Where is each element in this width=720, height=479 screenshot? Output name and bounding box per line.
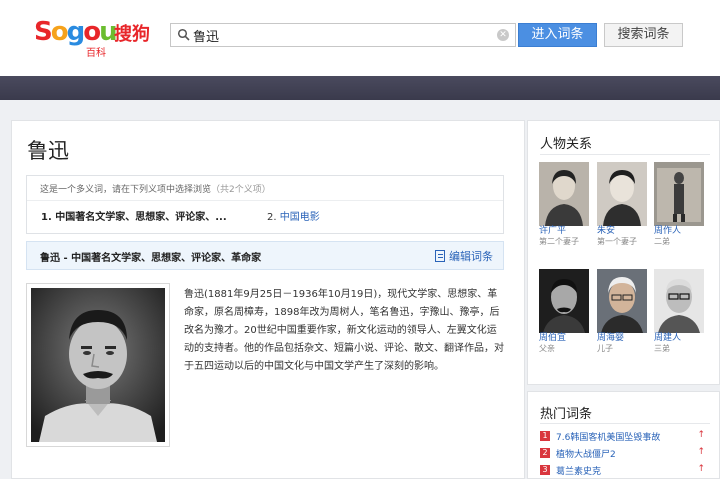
trend-up-icon: ↑ xyxy=(697,447,705,457)
sense-header: 鲁迅 - 中国著名文学家、思想家、评论家、革命家 编辑词条 xyxy=(26,241,504,270)
person-card-zhu-an[interactable]: 朱安 第一个妻子 xyxy=(597,162,647,247)
sense-title: 鲁迅 - 中国著名文学家、思想家、评论家、革命家 xyxy=(40,253,262,264)
edit-entry-link[interactable]: 编辑词条 xyxy=(435,248,493,264)
person-photo xyxy=(654,162,704,226)
header: Sogou 搜狗 百科 ✕ 进入词条 搜索词条 xyxy=(0,0,720,76)
disambiguation-note-text: 这是一个多义词，请在下列义项中选择浏览 xyxy=(40,185,212,195)
person-role: 第一个妻子 xyxy=(597,237,637,246)
sense-option-label: 中国著名文学家、思想家、评论家、... xyxy=(55,212,227,223)
person-card-zhou-zuoren[interactable]: 周作人 二弟 xyxy=(654,162,704,247)
hot-entries-title: 热门词条 xyxy=(540,407,593,422)
person-name: 周伯宜 xyxy=(539,333,567,343)
relations-title: 人物关系 xyxy=(540,137,593,152)
rank-badge: 3 xyxy=(540,465,550,475)
person-name: 周建人 xyxy=(654,333,682,343)
person-role: 父亲 xyxy=(539,344,555,353)
sense-option-1[interactable]: 1. 中国著名文学家、思想家、评论家、... xyxy=(41,208,227,223)
search-icon xyxy=(177,28,190,41)
search-entry-button[interactable]: 搜索词条 xyxy=(604,23,683,47)
nav-band xyxy=(0,76,720,100)
person-role: 第二个妻子 xyxy=(539,237,579,246)
search-input[interactable] xyxy=(193,26,493,44)
person-name: 朱安 xyxy=(597,226,616,236)
person-role: 儿子 xyxy=(597,344,613,353)
hot-entry[interactable]: 2 植物大战僵尸2 ↑ xyxy=(540,447,705,461)
rank-badge: 1 xyxy=(540,431,550,441)
person-card-zhou-jianren[interactable]: 周建人 三弟 xyxy=(654,269,704,354)
person-role: 三弟 xyxy=(654,344,670,353)
logo-baike-text: 百科 xyxy=(86,48,106,59)
sense-option-label: 中国电影 xyxy=(279,212,320,223)
trend-up-icon: ↑ xyxy=(697,464,705,474)
sense-option-index: 1. xyxy=(41,212,52,223)
person-photo xyxy=(597,162,647,226)
person-name: 许广平 xyxy=(539,226,567,236)
person-name: 周作人 xyxy=(654,226,682,236)
person-name: 周海婴 xyxy=(597,333,625,343)
person-role: 二弟 xyxy=(654,237,670,246)
divider xyxy=(540,154,710,155)
entry-description: 鲁迅(1881年9月25日－1936年10月19日)，现代文学家、思想家、革命家… xyxy=(184,289,504,372)
disambiguation-count: （共2个义项） xyxy=(211,185,271,195)
search-box: ✕ xyxy=(170,23,516,47)
person-photo xyxy=(597,269,647,333)
luxun-portrait xyxy=(31,288,165,442)
logo-cn-text: 搜狗 xyxy=(114,24,150,45)
clear-icon[interactable]: ✕ xyxy=(497,29,509,41)
relations-panel: 人物关系 许广平 第二个妻子 朱安 第一个妻子 周作人 二弟 周伯宜 父亲 周海… xyxy=(527,120,720,385)
page-title: 鲁迅 xyxy=(27,139,69,163)
hot-entry[interactable]: 1 7.6韩国客机美国坠毁事故 ↑ xyxy=(540,430,705,444)
sogou-baike-logo[interactable]: Sogou 搜狗 百科 xyxy=(34,16,154,59)
enter-entry-button[interactable]: 进入词条 xyxy=(518,23,597,47)
hot-entry-label: 植物大战僵尸2 xyxy=(556,450,616,460)
person-photo xyxy=(539,162,589,226)
edit-entry-label: 编辑词条 xyxy=(449,250,493,263)
person-card-zhou-boyi[interactable]: 周伯宜 父亲 xyxy=(539,269,589,354)
person-card-zhou-haiying[interactable]: 周海婴 儿子 xyxy=(597,269,647,354)
edit-icon xyxy=(435,250,445,262)
person-photo xyxy=(654,269,704,333)
divider xyxy=(27,200,503,201)
portrait-image[interactable] xyxy=(26,283,170,447)
trend-up-icon: ↑ xyxy=(697,430,705,440)
hot-entry-label: 7.6韩国客机美国坠毁事故 xyxy=(556,433,661,443)
sense-option-2[interactable]: 2. 中国电影 xyxy=(267,208,320,223)
sense-option-index: 2. xyxy=(267,212,277,223)
divider xyxy=(540,423,710,424)
hot-entry-label: 葛兰素史克 xyxy=(556,467,602,477)
hot-entry[interactable]: 3 葛兰素史克 ↑ xyxy=(540,464,705,478)
hot-entries-panel: 热门词条 1 7.6韩国客机美国坠毁事故 ↑ 2 植物大战僵尸2 ↑ 3 葛兰素… xyxy=(527,391,720,479)
disambiguation-note: 这是一个多义词，请在下列义项中选择浏览（共2个义项） xyxy=(40,182,271,195)
disambiguation-box: 这是一个多义词，请在下列义项中选择浏览（共2个义项） 1. 中国著名文学家、思想… xyxy=(26,175,504,234)
rank-badge: 2 xyxy=(540,448,550,458)
article-panel: 鲁迅 这是一个多义词，请在下列义项中选择浏览（共2个义项） 1. 中国著名文学家… xyxy=(11,120,525,479)
person-photo xyxy=(539,269,589,333)
person-card-xu-guangping[interactable]: 许广平 第二个妻子 xyxy=(539,162,589,247)
